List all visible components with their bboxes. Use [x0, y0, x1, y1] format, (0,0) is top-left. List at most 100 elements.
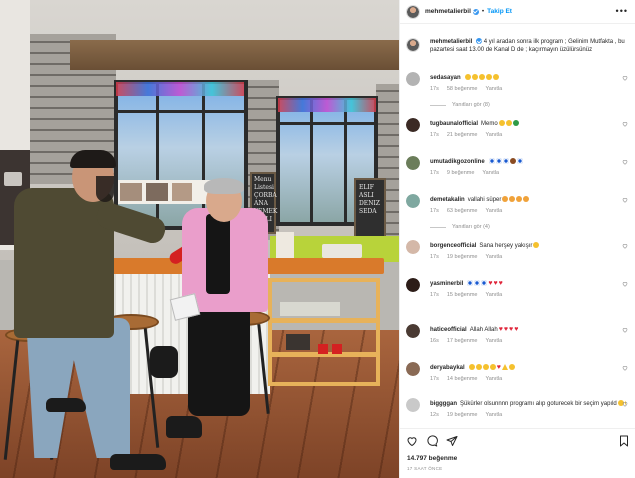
avatar[interactable] [406, 4, 420, 19]
emoji-icon: ♥ [498, 280, 503, 287]
wooden-beam [70, 40, 399, 70]
chalkboard-line: ASLI [359, 192, 374, 199]
shelf-basket [286, 334, 310, 350]
avatar[interactable] [406, 194, 420, 208]
avatar[interactable] [406, 398, 420, 412]
comment-like-heart-icon[interactable] [622, 327, 628, 333]
emoji-icon: ♥ [503, 326, 509, 333]
counter-container [276, 232, 294, 258]
caption-username[interactable]: mehmetalierbil [430, 39, 472, 45]
emoji-icon [464, 74, 471, 80]
avatar[interactable] [406, 38, 420, 52]
emoji-icon [489, 364, 496, 370]
names-chalkboard: ELIF ASLI DENIZ SEDA [354, 178, 386, 238]
emoji-icon [485, 74, 492, 80]
emoji-icon: ♥ [488, 280, 493, 287]
separator-dot: • [481, 8, 485, 15]
comment-row: demetakalin vallahi süper 17s 63 beğenme Yan… [406, 194, 632, 234]
comment-username[interactable]: borgenceofficial [430, 243, 476, 249]
emoji-icon [478, 74, 485, 80]
avatar[interactable] [406, 156, 420, 170]
comment-like-heart-icon[interactable] [622, 197, 628, 203]
comment-username[interactable]: biggggan [430, 401, 457, 407]
comment-icon[interactable] [426, 435, 438, 447]
comment-like-heart-icon[interactable] [622, 243, 628, 249]
emoji-icon [505, 120, 512, 126]
verified-icon [476, 38, 483, 45]
comment-likes[interactable]: 9 beğenme [447, 170, 475, 176]
emoji-icon [475, 364, 482, 370]
comment-username[interactable]: tugbaunalofficial [430, 121, 478, 127]
view-replies-button[interactable]: Yanıtları gör (4) [430, 224, 490, 230]
emoji-icon: ♥ [493, 280, 498, 287]
avatar[interactable] [406, 324, 420, 338]
comment-username[interactable]: deryabaykal [430, 365, 465, 371]
comment-meta: 17s 19 beğenme Yanıtla [430, 254, 510, 260]
view-replies-label: Yanıtları gör (8) [452, 102, 490, 108]
post-username[interactable]: mehmetalierbil [425, 8, 471, 15]
comment-username[interactable]: umutadikgozonline [430, 159, 485, 165]
comment-like-heart-icon[interactable] [622, 121, 628, 127]
heart-icon[interactable] [406, 435, 418, 447]
avatar[interactable] [406, 72, 420, 86]
avatar[interactable] [406, 118, 420, 132]
comment-like-heart-icon[interactable] [622, 75, 628, 81]
post-photo[interactable]: Menu Listesi ÇORBA ANA YEMEK TATLI ELIF … [0, 0, 399, 478]
follow-button[interactable]: Takip Et [487, 8, 512, 15]
comment-like-heart-icon[interactable] [622, 365, 628, 371]
chalkboard-line: ELIF [359, 184, 374, 191]
photo-frame-1 [120, 183, 142, 201]
more-icon[interactable]: ••• [616, 7, 628, 16]
comment-text-line: sedasayan [430, 74, 626, 82]
comment-time: 17s [430, 292, 439, 298]
share-icon[interactable] [446, 435, 458, 447]
replies-dash [430, 226, 446, 228]
bookmark-icon[interactable] [618, 435, 630, 447]
comment-text: Memo [481, 121, 498, 127]
comment-like-heart-icon[interactable] [622, 281, 628, 287]
comment-reply[interactable]: Yanıtla [485, 376, 502, 382]
comment-username[interactable]: haticeofficial [430, 327, 467, 333]
comment-like-heart-icon[interactable] [622, 401, 628, 407]
comment-reply[interactable]: Yanıtla [485, 254, 502, 260]
comment-likes[interactable]: 63 beğenme [447, 208, 478, 214]
comment-likes[interactable]: 21 beğenme [447, 132, 478, 138]
comment-username[interactable]: yasminerbil [430, 281, 463, 287]
comment-likes[interactable]: 15 beğenme [447, 292, 478, 298]
comment-meta: 16s 17 beğenme Yanıtla [430, 338, 510, 344]
comment-likes[interactable]: 19 beğenme [447, 254, 478, 260]
comments-list[interactable]: mehmetalierbil 4 yıl aradan sonra ilk pr… [400, 30, 635, 426]
avatar[interactable] [406, 240, 420, 254]
comment-time: 17s [430, 132, 439, 138]
comment-likes[interactable]: 58 beğenme [447, 86, 478, 92]
emoji-icon [509, 196, 516, 202]
comment-text: Şükürler olsunnnn programı alıp goturece… [460, 401, 617, 407]
emoji-icon: ♥ [514, 326, 519, 333]
emoji-icon [508, 364, 515, 370]
comment-username[interactable]: demetakalin [430, 197, 465, 203]
avatar[interactable] [406, 278, 420, 292]
comment-reply[interactable]: Yanıtla [482, 170, 499, 176]
view-replies-button[interactable]: Yanıtları gör (8) [430, 102, 490, 108]
counter-jars [322, 244, 362, 258]
comment-reply[interactable]: Yanıtla [485, 412, 502, 418]
comment-likes[interactable]: 17 beğenme [447, 338, 478, 344]
comment-time: 16s [430, 338, 439, 344]
comment-reply[interactable]: Yanıtla [485, 208, 502, 214]
likes-count[interactable]: 14.797 beğenme [407, 455, 457, 462]
comment-likes[interactable]: 19 beğenme [447, 412, 478, 418]
emoji-icon [523, 196, 530, 202]
comment-reply[interactable]: Yanıtla [485, 338, 502, 344]
comment-username[interactable]: sedasayan [430, 75, 461, 81]
comment-text-line: umutadikgozonline [430, 158, 626, 166]
comment-like-heart-icon[interactable] [622, 159, 628, 165]
comment-likes[interactable]: 14 beğenme [447, 376, 478, 382]
avatar[interactable] [406, 362, 420, 376]
comment-reply[interactable]: Yanıtla [485, 132, 502, 138]
emoji-icon: ♥ [496, 364, 501, 371]
emoji-icon [512, 120, 519, 126]
comment-text-line: demetakalin vallahi süper [430, 196, 626, 204]
emoji-icon [502, 196, 509, 202]
comment-reply[interactable]: Yanıtla [485, 292, 502, 298]
comment-reply[interactable]: Yanıtla [485, 86, 502, 92]
